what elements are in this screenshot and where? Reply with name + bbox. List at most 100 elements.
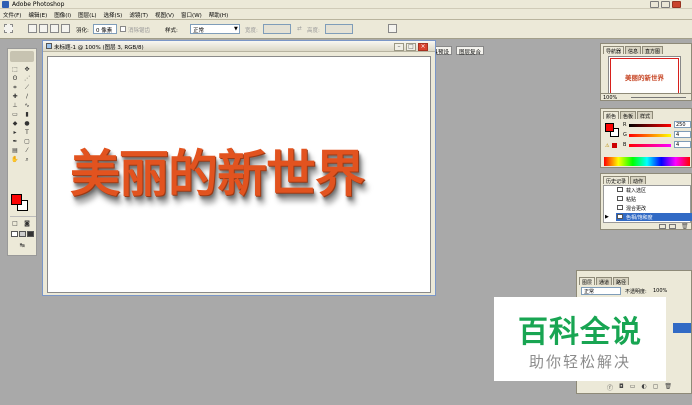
- navigator-zoom[interactable]: 100%: [603, 95, 617, 101]
- tab-history[interactable]: 历史记录: [603, 176, 630, 185]
- stamp-icon[interactable]: ⊥: [11, 102, 19, 109]
- tab-info[interactable]: 信息: [625, 46, 642, 55]
- healing-brush-icon[interactable]: ✚: [11, 93, 19, 100]
- maximize-button[interactable]: [661, 1, 670, 8]
- tab-styles[interactable]: 样式: [637, 111, 654, 120]
- eyedropper-icon[interactable]: ⁄: [23, 147, 31, 154]
- trash-icon[interactable]: 🗑: [681, 223, 689, 230]
- close-app-button[interactable]: [672, 1, 681, 8]
- menu-edit[interactable]: 编辑(E): [28, 11, 47, 19]
- blend-mode-select[interactable]: 正常: [581, 287, 621, 295]
- history-item[interactable]: 粘贴: [616, 195, 692, 203]
- tab-channels[interactable]: 通道: [596, 277, 613, 286]
- delete-layer-icon[interactable]: 🗑: [664, 383, 672, 393]
- document-title-bar[interactable]: 未标题-1 @ 100% (图层 3, RGB/8) – □ ×: [43, 41, 435, 52]
- tab-navigator[interactable]: 导航器: [603, 46, 625, 55]
- history-brush-icon[interactable]: ∿: [23, 102, 31, 109]
- file-browser-icon[interactable]: [388, 24, 397, 33]
- document-icon: [46, 43, 52, 49]
- quick-mask-icon[interactable]: ◙: [23, 220, 31, 227]
- feather-input[interactable]: 0 像素: [93, 24, 117, 34]
- color-fg-swatch[interactable]: [605, 123, 614, 132]
- screen-mode-full-icon[interactable]: [27, 231, 34, 237]
- image-canvas[interactable]: 美丽的新世界: [47, 56, 431, 293]
- history-item-label: 载入选区: [626, 188, 647, 194]
- zoom-icon[interactable]: ⌕: [23, 156, 31, 163]
- navigator-view-box[interactable]: 美丽的新世界: [610, 58, 679, 96]
- lasso-icon[interactable]: ʘ: [11, 75, 19, 82]
- eraser-icon[interactable]: ▭: [11, 111, 19, 118]
- layer-set-icon[interactable]: ▭: [630, 383, 636, 393]
- tab-color[interactable]: 颜色: [603, 111, 620, 120]
- tab-histogram[interactable]: 直方图: [642, 46, 664, 55]
- menu-help[interactable]: 帮助(H): [209, 11, 228, 19]
- brush-icon[interactable]: ∕: [23, 93, 31, 100]
- new-document-icon[interactable]: [669, 224, 676, 229]
- add-selection-icon[interactable]: [39, 24, 48, 33]
- imageready-icon[interactable]: ↹: [11, 242, 33, 249]
- menu-select[interactable]: 选择(S): [104, 11, 123, 19]
- channel-b-input[interactable]: 4: [674, 141, 691, 148]
- adjustment-layer-icon[interactable]: ◐: [641, 383, 646, 393]
- navigator-zoom-slider[interactable]: [631, 97, 686, 98]
- marquee-icon[interactable]: ⬚: [11, 66, 19, 73]
- document-title: 未标题-1 @ 100% (图层 3, RGB/8): [54, 45, 144, 51]
- doc-minimize-button[interactable]: –: [394, 43, 404, 51]
- doc-maximize-button[interactable]: □: [406, 43, 416, 51]
- history-item[interactable]: 色相/饱和度: [616, 213, 692, 221]
- navigator-thumbnail[interactable]: 美丽的新世界: [608, 56, 681, 98]
- intersect-selection-icon[interactable]: [61, 24, 70, 33]
- subtract-selection-icon[interactable]: [50, 24, 59, 33]
- channel-b-slider[interactable]: [629, 144, 671, 147]
- menu-layer[interactable]: 图层(L): [78, 11, 96, 19]
- slice-icon[interactable]: ⟋: [23, 84, 31, 91]
- channel-g-slider[interactable]: [629, 134, 671, 137]
- history-item-label: 色相/饱和度: [626, 215, 653, 221]
- style-select[interactable]: 正常: [190, 24, 240, 34]
- gradient-icon[interactable]: ▮: [23, 111, 31, 118]
- type-icon[interactable]: T: [23, 129, 31, 136]
- screen-mode-menu-icon[interactable]: [19, 231, 26, 237]
- menu-image[interactable]: 图像(I): [54, 11, 71, 19]
- channel-r-slider[interactable]: [629, 124, 671, 127]
- pen-icon[interactable]: ✒: [11, 138, 19, 145]
- new-snapshot-icon[interactable]: [659, 224, 666, 229]
- layer-style-icon[interactable]: ⓕ: [607, 383, 613, 393]
- gamut-swatch[interactable]: [612, 143, 617, 148]
- screen-mode-standard-icon[interactable]: [11, 231, 18, 237]
- dodge-icon[interactable]: ●: [23, 120, 31, 127]
- channel-r-input[interactable]: 250: [674, 121, 691, 128]
- foreground-color-swatch[interactable]: [11, 194, 22, 205]
- antialias-checkbox[interactable]: [120, 26, 126, 32]
- history-item[interactable]: 载入选区: [616, 186, 692, 194]
- shape-icon[interactable]: ▢: [23, 138, 31, 145]
- new-layer-icon[interactable]: ▢: [653, 383, 659, 393]
- new-selection-icon[interactable]: [28, 24, 37, 33]
- history-item[interactable]: 混合更改: [616, 204, 692, 212]
- layer-mask-icon[interactable]: ◘: [619, 383, 624, 393]
- blur-icon[interactable]: ◆: [11, 120, 19, 127]
- tab-layers[interactable]: 图层: [579, 277, 596, 286]
- hand-icon[interactable]: ✋: [11, 156, 19, 163]
- doc-close-button[interactable]: ×: [418, 43, 428, 51]
- crop-icon[interactable]: ⌗: [11, 84, 19, 91]
- marquee-tool-icon[interactable]: [4, 24, 13, 33]
- color-ramp[interactable]: [604, 157, 690, 166]
- notes-icon[interactable]: ▤: [11, 147, 19, 154]
- opacity-value[interactable]: 100%: [653, 288, 667, 294]
- move-icon[interactable]: ✥: [23, 66, 31, 73]
- palette-tab-layer-comps[interactable]: 图层复合: [456, 46, 485, 56]
- standard-mode-icon[interactable]: □: [11, 220, 19, 227]
- tab-paths[interactable]: 路径: [613, 277, 630, 286]
- channel-g-input[interactable]: 4: [674, 131, 691, 138]
- magic-wand-icon[interactable]: ⋰: [23, 75, 31, 82]
- path-select-icon[interactable]: ▸: [11, 129, 19, 136]
- menu-file[interactable]: 文件(F): [3, 11, 21, 19]
- menu-window[interactable]: 窗口(W): [181, 11, 202, 19]
- tab-swatches[interactable]: 色板: [620, 111, 637, 120]
- minimize-button[interactable]: [650, 1, 659, 8]
- menu-filter[interactable]: 滤镜(T): [129, 11, 148, 19]
- menu-view[interactable]: 视图(V): [155, 11, 174, 19]
- selected-layer-row[interactable]: [673, 323, 691, 333]
- tab-actions[interactable]: 动作: [630, 176, 647, 185]
